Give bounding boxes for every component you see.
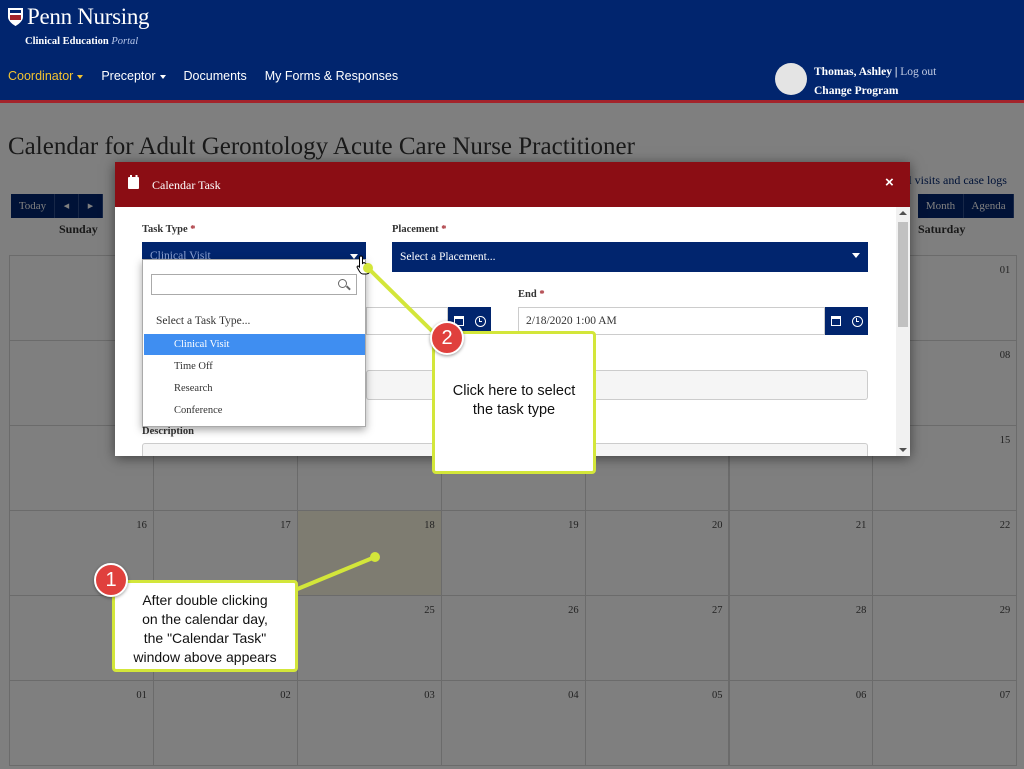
pointer-line-1: [294, 555, 376, 592]
step-1-badge: 1: [94, 563, 128, 597]
step-2-badge: 2: [430, 321, 464, 355]
pointer-dot-1: [370, 552, 380, 562]
callout-1: After double clicking on the calendar da…: [112, 580, 298, 672]
pointer-line-2: [366, 266, 434, 333]
callout-2: Click here to select the task type: [432, 331, 596, 474]
pointer-dot-2: [363, 263, 373, 273]
